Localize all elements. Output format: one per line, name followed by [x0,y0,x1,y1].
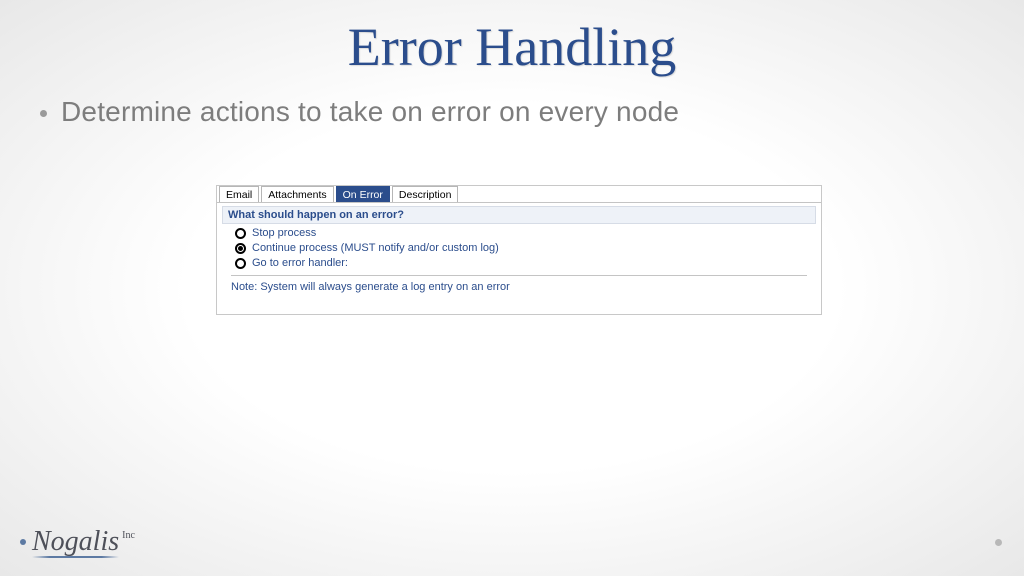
logo-name: Nogalis [32,528,119,556]
option-error-handler[interactable]: Go to error handler: [235,257,803,269]
radio-icon [235,258,246,269]
option-label: Go to error handler: [252,257,348,269]
tab-on-error[interactable]: On Error [336,186,390,202]
option-stop-process[interactable]: Stop process [235,227,803,239]
bullet-row: Determine actions to take on error on ev… [0,96,1024,128]
logo-dot-icon [20,539,26,545]
option-continue-process[interactable]: Continue process (MUST notify and/or cus… [235,242,803,254]
logo: Nogalis Inc [20,528,135,556]
radio-icon [235,228,246,239]
tab-attachments[interactable]: Attachments [261,186,333,202]
bullet-dot [40,110,47,117]
radio-icon [235,243,246,254]
tab-email[interactable]: Email [219,186,259,202]
bullet-text: Determine actions to take on error on ev… [61,96,679,128]
slide-title: Error Handling [0,0,1024,78]
tab-description[interactable]: Description [392,186,459,202]
option-label: Stop process [252,227,316,239]
section-heading: What should happen on an error? [222,206,816,224]
options-group: Stop process Continue process (MUST noti… [217,227,821,269]
logo-suffix: Inc [122,530,135,541]
divider [231,275,807,276]
option-label: Continue process (MUST notify and/or cus… [252,242,499,254]
tab-bar: Email Attachments On Error Description [217,186,821,203]
settings-panel: Email Attachments On Error Description W… [216,185,822,315]
corner-dot-icon [995,539,1002,546]
note-text: Note: System will always generate a log … [217,279,821,295]
